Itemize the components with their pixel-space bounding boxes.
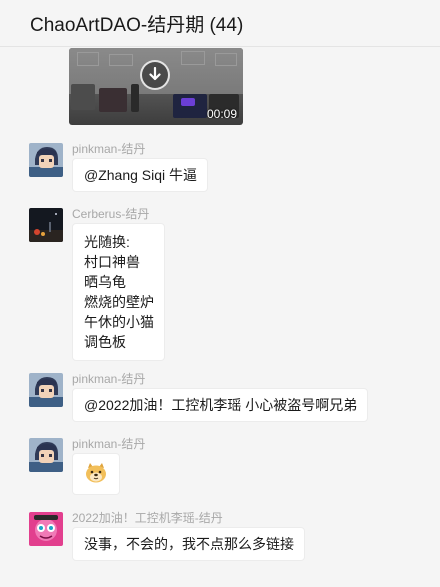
sender-avatar[interactable] [29,208,63,242]
artwork [181,98,195,106]
message-bubble[interactable]: @Zhang Siqi 牛逼 [72,158,209,192]
message-line: 晒乌龟 [84,274,126,290]
message-line: 光随换: [84,234,130,250]
message-line: 午休的小猫 [84,314,154,330]
art-frame [181,51,205,65]
chat-title: ChaoArtDAO-结丹期 (44) [30,15,244,36]
sender-name: pinkman-结丹 [72,372,146,386]
art-frame [77,52,99,66]
sender-name: pinkman-结丹 [72,437,146,451]
sender-avatar[interactable] [29,373,63,407]
sender-name: Cerberus-结丹 [72,207,150,221]
video-message[interactable]: 00:09 [69,48,243,125]
message-bubble[interactable] [72,453,120,495]
anime-boy-avatar [29,438,63,472]
chat-header: ChaoArtDAO-结丹期 (44) [0,0,440,47]
artwork [131,84,139,112]
anime-boy-avatar [29,143,63,177]
video-duration: 00:09 [206,107,237,121]
art-frame [109,54,133,66]
anime-boy-avatar [29,373,63,407]
message-text: 没事，不会的，我不点那么多链接 [84,536,294,552]
message-bubble[interactable]: @2022加油！工控机李瑶 小心被盗号啊兄弟 [72,388,369,422]
sender-name: pinkman-结丹 [72,142,146,156]
download-icon[interactable] [140,60,170,90]
message-text: @2022加油！工控机李瑶 小心被盗号啊兄弟 [84,397,358,413]
artwork [99,88,127,112]
sender-avatar[interactable] [29,438,63,472]
doge-face-emoji [86,463,106,483]
sender-avatar[interactable] [29,143,63,177]
message-line: 燃烧的壁炉 [84,294,154,310]
message-bubble[interactable]: 没事，不会的，我不点那么多链接 [72,527,305,561]
message-text: @Zhang Siqi 牛逼 [84,167,198,183]
message-bubble[interactable]: 光随换: 村口神兽 晒乌龟 燃烧的壁炉 午休的小猫 调色板 [72,223,165,361]
artwork [71,84,95,110]
sender-name: 2022加油！工控机李瑶-结丹 [72,511,223,525]
art-frame [215,53,237,66]
message-line: 调色板 [84,334,126,350]
message-line: 村口神兽 [84,254,140,270]
pink-character-avatar [29,512,63,546]
night-scene-avatar [29,208,63,242]
sender-avatar[interactable] [29,512,63,546]
